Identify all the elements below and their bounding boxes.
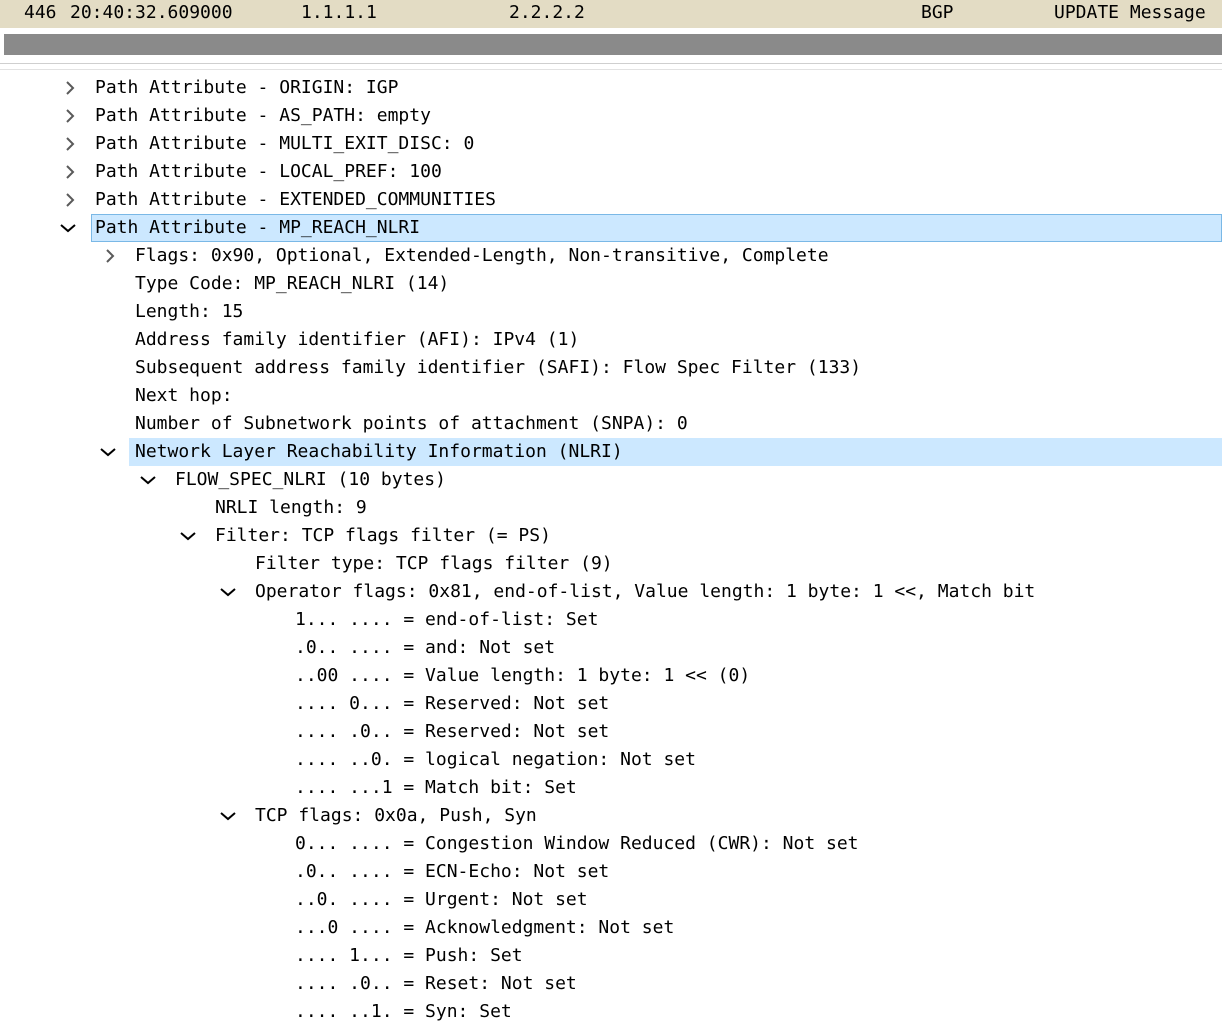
tree-node-label: Operator flags: 0x81, end-of-list, Value…	[255, 581, 1036, 602]
tree-node-label: 0... .... = Congestion Window Reduced (C…	[295, 833, 859, 854]
tree-node-label: .... 0... = Reserved: Not set	[295, 693, 610, 714]
tree-node-label: Address family identifier (AFI): IPv4 (1…	[135, 329, 580, 350]
tree-node-label: Number of Subnetwork points of attachmen…	[135, 413, 688, 434]
packet-time: 20:40:32.609000	[70, 2, 233, 23]
tree-node[interactable]: TCP flags: 0x0a, Push, Syn	[0, 802, 1222, 830]
packet-list-row[interactable]: 446 20:40:32.609000 1.1.1.1 2.2.2.2 BGP …	[0, 0, 1222, 28]
tree-node[interactable]: Path Attribute - MULTI_EXIT_DISC: 0	[0, 130, 1222, 158]
tree-node-label: 1... .... = end-of-list: Set	[295, 609, 599, 630]
tree-node[interactable]: Path Attribute - MP_REACH_NLRI	[0, 214, 1222, 242]
tree-node-label: ...0 .... = Acknowledgment: Not set	[295, 917, 675, 938]
chevron-down-icon[interactable]	[180, 522, 196, 550]
pane-splitter[interactable]	[0, 63, 1222, 64]
tree-node[interactable]: .... ..1. = Syn: Set	[0, 998, 1222, 1024]
packet-source: 1.1.1.1	[301, 2, 377, 23]
tree-node-label: Path Attribute - EXTENDED_COMMUNITIES	[95, 189, 496, 210]
tree-node-label: .0.. .... = ECN-Echo: Not set	[295, 861, 610, 882]
chevron-right-icon[interactable]	[62, 130, 78, 158]
tree-node-label: Filter type: TCP flags filter (9)	[255, 553, 613, 574]
pane-divider	[0, 69, 1222, 70]
tree-node[interactable]: Operator flags: 0x81, end-of-list, Value…	[0, 578, 1222, 606]
tree-node-label: Flags: 0x90, Optional, Extended-Length, …	[135, 245, 829, 266]
chevron-right-icon[interactable]	[62, 186, 78, 214]
tree-node-label: Path Attribute - AS_PATH: empty	[95, 105, 431, 126]
tree-node[interactable]: Path Attribute - LOCAL_PREF: 100	[0, 158, 1222, 186]
tree-node-label: .... ..0. = logical negation: Not set	[295, 749, 696, 770]
chevron-right-icon[interactable]	[62, 102, 78, 130]
tree-node-label: ..00 .... = Value length: 1 byte: 1 << (…	[295, 665, 751, 686]
tree-node[interactable]: Next hop:	[0, 382, 1222, 410]
tree-node[interactable]: .0.. .... = ECN-Echo: Not set	[0, 858, 1222, 886]
chevron-down-icon[interactable]	[220, 802, 236, 830]
tree-node[interactable]: Flags: 0x90, Optional, Extended-Length, …	[0, 242, 1222, 270]
chevron-down-icon[interactable]	[100, 438, 116, 466]
tree-node[interactable]: .0.. .... = and: Not set	[0, 634, 1222, 662]
tree-node-label: FLOW_SPEC_NLRI (10 bytes)	[175, 469, 446, 490]
tree-node[interactable]: .... ..0. = logical negation: Not set	[0, 746, 1222, 774]
tree-node[interactable]: Path Attribute - EXTENDED_COMMUNITIES	[0, 186, 1222, 214]
packet-info: UPDATE Message	[1054, 2, 1206, 23]
tree-node-label: .... ..1. = Syn: Set	[295, 1001, 512, 1022]
packet-protocol: BGP	[921, 2, 954, 23]
tree-node[interactable]: .... 1... = Push: Set	[0, 942, 1222, 970]
chevron-right-icon[interactable]	[62, 74, 78, 102]
tree-node-label: Length: 15	[135, 301, 244, 322]
chevron-right-icon[interactable]	[62, 158, 78, 186]
tree-node[interactable]: 0... .... = Congestion Window Reduced (C…	[0, 830, 1222, 858]
tree-node[interactable]: ..0. .... = Urgent: Not set	[0, 886, 1222, 914]
tree-node[interactable]: Network Layer Reachability Information (…	[0, 438, 1222, 466]
tree-node-label: Subsequent address family identifier (SA…	[135, 357, 862, 378]
tree-node-label: Filter: TCP flags filter (= PS)	[215, 525, 551, 546]
tree-node[interactable]: Subsequent address family identifier (SA…	[0, 354, 1222, 382]
tree-node-label: Path Attribute - ORIGIN: IGP	[95, 77, 399, 98]
tree-node[interactable]: 1... .... = end-of-list: Set	[0, 606, 1222, 634]
tree-node-label: Next hop:	[135, 385, 233, 406]
tree-node[interactable]: NRLI length: 9	[0, 494, 1222, 522]
tree-node[interactable]: Number of Subnetwork points of attachmen…	[0, 410, 1222, 438]
tree-node[interactable]: .... .0.. = Reserved: Not set	[0, 718, 1222, 746]
chevron-down-icon[interactable]	[140, 466, 156, 494]
tree-node[interactable]: .... .0.. = Reset: Not set	[0, 970, 1222, 998]
tree-node-label: .... ...1 = Match bit: Set	[295, 777, 577, 798]
tree-node[interactable]: Path Attribute - ORIGIN: IGP	[0, 74, 1222, 102]
tree-node[interactable]: Filter type: TCP flags filter (9)	[0, 550, 1222, 578]
tree-node[interactable]: Path Attribute - AS_PATH: empty	[0, 102, 1222, 130]
tree-node-label: .0.. .... = and: Not set	[295, 637, 556, 658]
tree-node-label: .... 1... = Push: Set	[295, 945, 523, 966]
tree-node[interactable]: ..00 .... = Value length: 1 byte: 1 << (…	[0, 662, 1222, 690]
tree-node[interactable]: Address family identifier (AFI): IPv4 (1…	[0, 326, 1222, 354]
packet-number: 446	[24, 2, 57, 23]
chevron-down-icon[interactable]	[60, 214, 76, 242]
tree-node-label: Network Layer Reachability Information (…	[135, 441, 623, 462]
chevron-right-icon[interactable]	[102, 242, 118, 270]
tree-node-label: TCP flags: 0x0a, Push, Syn	[255, 805, 537, 826]
tree-node[interactable]: Length: 15	[0, 298, 1222, 326]
packet-details-tree: Path Attribute - ORIGIN: IGP Path Attribu…	[0, 74, 1222, 1024]
tree-node[interactable]: FLOW_SPEC_NLRI (10 bytes)	[0, 466, 1222, 494]
tree-node[interactable]: Type Code: MP_REACH_NLRI (14)	[0, 270, 1222, 298]
tree-node-label: .... .0.. = Reset: Not set	[295, 973, 577, 994]
tree-node-label: NRLI length: 9	[215, 497, 367, 518]
horizontal-scrollbar[interactable]	[4, 34, 1222, 55]
tree-node-label: Path Attribute - MP_REACH_NLRI	[95, 217, 421, 238]
tree-node-label: Path Attribute - LOCAL_PREF: 100	[95, 161, 442, 182]
tree-node-label: ..0. .... = Urgent: Not set	[295, 889, 588, 910]
tree-node[interactable]: .... ...1 = Match bit: Set	[0, 774, 1222, 802]
tree-node-label: Path Attribute - MULTI_EXIT_DISC: 0	[95, 133, 475, 154]
chevron-down-icon[interactable]	[220, 578, 236, 606]
tree-node[interactable]: Filter: TCP flags filter (= PS)	[0, 522, 1222, 550]
tree-node[interactable]: ...0 .... = Acknowledgment: Not set	[0, 914, 1222, 942]
tree-node-label: Type Code: MP_REACH_NLRI (14)	[135, 273, 450, 294]
tree-node[interactable]: .... 0... = Reserved: Not set	[0, 690, 1222, 718]
packet-destination: 2.2.2.2	[509, 2, 585, 23]
tree-node-label: .... .0.. = Reserved: Not set	[295, 721, 610, 742]
